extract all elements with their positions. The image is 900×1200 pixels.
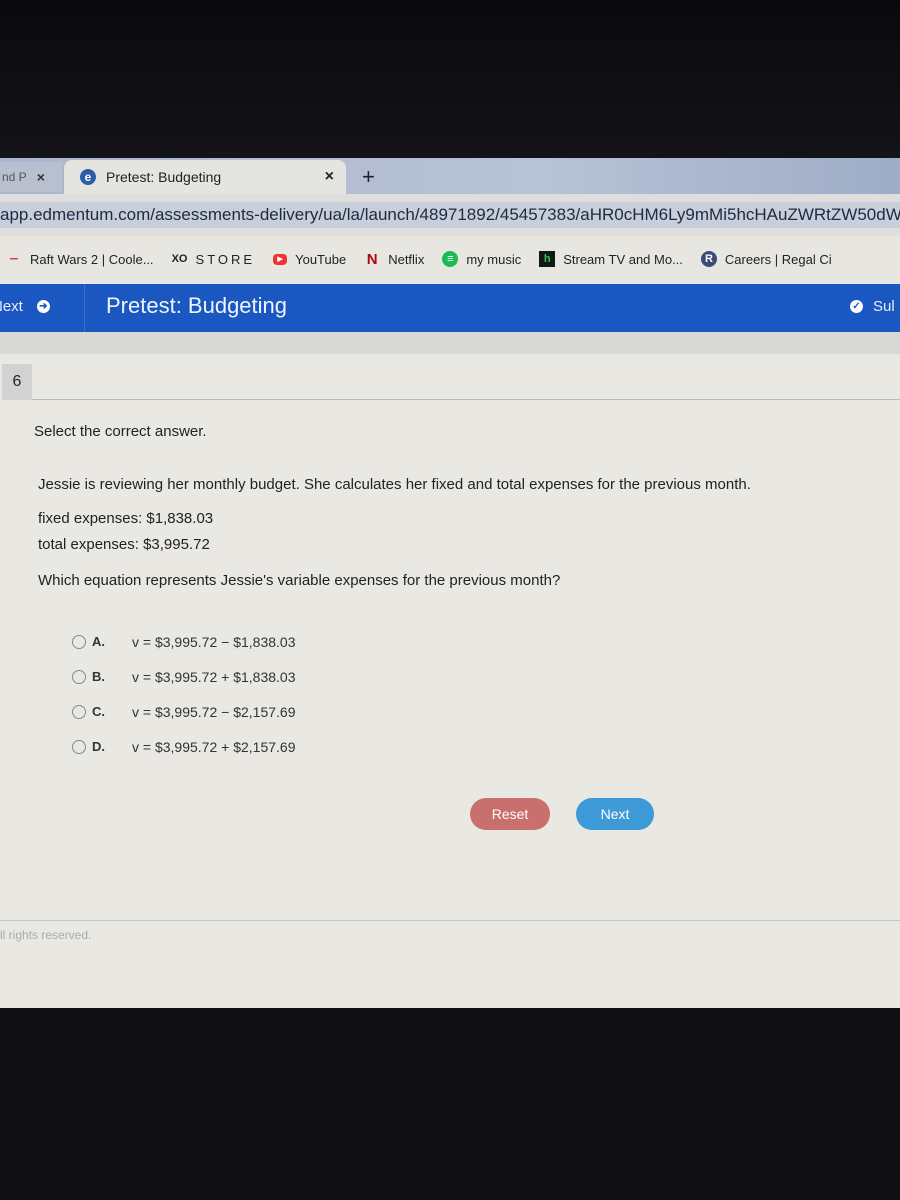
header-divider	[84, 284, 85, 332]
bookmarks-bar: – Raft Wars 2 | Coole... XO STORE ▶ YouT…	[0, 236, 900, 282]
bookmark-label: Careers | Regal Ci	[724, 251, 832, 267]
footer-copyright: ll rights reserved.	[0, 928, 92, 942]
option-letter: D.	[92, 739, 105, 754]
laptop-bezel	[0, 1008, 900, 1200]
footer-divider	[0, 920, 900, 921]
radio-button[interactable]	[72, 704, 86, 719]
bookmark-youtube[interactable]: ▶ YouTube	[273, 252, 346, 267]
tab-pretest-budgeting[interactable]: e Pretest: Budgeting ×	[64, 160, 346, 194]
option-letter: A.	[92, 634, 105, 649]
question-number: 6	[2, 364, 32, 400]
hulu-icon: h	[539, 251, 556, 267]
address-bar-row: app.edmentum.com/assessments-delivery/ua…	[0, 194, 900, 236]
bookmark-my-music[interactable]: ≡ my music	[442, 251, 521, 267]
radio-button[interactable]	[72, 669, 86, 684]
question-divider	[32, 399, 900, 400]
bookmark-label: Stream TV and Mo...	[563, 251, 683, 267]
spotify-icon: ≡	[442, 251, 459, 267]
total-expenses: total expenses: $3,995.72	[38, 536, 210, 553]
xo-store-icon: XO	[171, 253, 188, 265]
bookmark-label: STORE	[195, 251, 256, 267]
option-letter: B.	[92, 669, 105, 684]
header-next-button[interactable]: Next ➜	[0, 298, 50, 315]
tab-previous[interactable]: nd P ×	[0, 162, 62, 192]
radio-button[interactable]	[72, 739, 86, 754]
fixed-expenses: fixed expenses: $1,838.03	[38, 510, 214, 527]
close-tab-icon[interactable]: ×	[325, 168, 334, 186]
arrow-right-circle-icon: ➜	[36, 300, 50, 313]
option-text: v = $3,995.72 + $1,838.03	[132, 668, 296, 685]
option-text: v = $3,995.72 − $1,838.03	[132, 633, 296, 650]
option-letter: C.	[92, 704, 105, 719]
new-tab-button[interactable]: +	[362, 164, 375, 190]
screen: nd P × e Pretest: Budgeting × + app.edme…	[0, 158, 900, 1166]
answer-options: A. v = $3,995.72 − $1,838.03 B. v = $3,9…	[72, 624, 295, 764]
bookmark-netflix[interactable]: N Netflix	[364, 250, 425, 268]
bookmark-raft-wars[interactable]: – Raft Wars 2 | Coole...	[6, 250, 154, 267]
option-c[interactable]: C. v = $3,995.72 − $2,157.69	[72, 694, 295, 729]
option-text: v = $3,995.72 − $2,157.69	[132, 703, 296, 720]
question-stem: Jessie is reviewing her monthly budget. …	[38, 476, 751, 493]
reset-button[interactable]: Reset	[470, 798, 550, 830]
bookmark-label: Raft Wars 2 | Coole...	[30, 251, 154, 267]
tab-label: nd P	[2, 170, 27, 184]
coolmath-icon: –	[9, 250, 19, 267]
question-prompt: Which equation represents Jessie's varia…	[38, 572, 561, 589]
bookmark-store[interactable]: XO STORE	[172, 251, 256, 267]
radio-button[interactable]	[72, 634, 86, 649]
tab-strip: nd P × e Pretest: Budgeting × +	[0, 158, 900, 194]
next-button[interactable]: Next	[576, 798, 654, 830]
submit-button[interactable]: ✓ Sul	[850, 298, 895, 315]
bookmark-label: YouTube	[295, 251, 347, 267]
bookmark-label: my music	[466, 251, 522, 267]
close-tab-icon[interactable]: ×	[37, 169, 45, 185]
bookmark-label: Netflix	[388, 251, 425, 267]
option-b[interactable]: B. v = $3,995.72 + $1,838.03	[72, 659, 295, 694]
assessment-header: Next ➜ Pretest: Budgeting ✓ Sul	[0, 284, 900, 332]
option-d[interactable]: D. v = $3,995.72 + $2,157.69	[72, 729, 295, 764]
netflix-icon: N	[366, 250, 378, 268]
question-instruction: Select the correct answer.	[34, 423, 207, 440]
option-a[interactable]: A. v = $3,995.72 − $1,838.03	[72, 624, 295, 659]
address-bar[interactable]: app.edmentum.com/assessments-delivery/ua…	[0, 202, 900, 228]
check-circle-icon: ✓	[850, 300, 863, 313]
header-next-label: Next	[0, 298, 23, 315]
submit-label: Sul	[873, 298, 895, 315]
assessment-title: Pretest: Budgeting	[106, 293, 288, 318]
regal-icon: R	[700, 251, 717, 267]
bookmark-hulu[interactable]: h Stream TV and Mo...	[539, 251, 683, 267]
youtube-icon: ▶	[273, 253, 288, 265]
edmentum-favicon-icon: e	[80, 169, 96, 185]
camera-dark-border	[0, 0, 900, 158]
tab-label: Pretest: Budgeting	[106, 169, 222, 185]
header-shadow-strip	[0, 332, 900, 354]
option-text: v = $3,995.72 + $2,157.69	[132, 738, 296, 755]
bookmark-regal-careers[interactable]: R Careers | Regal Ci	[700, 251, 832, 267]
